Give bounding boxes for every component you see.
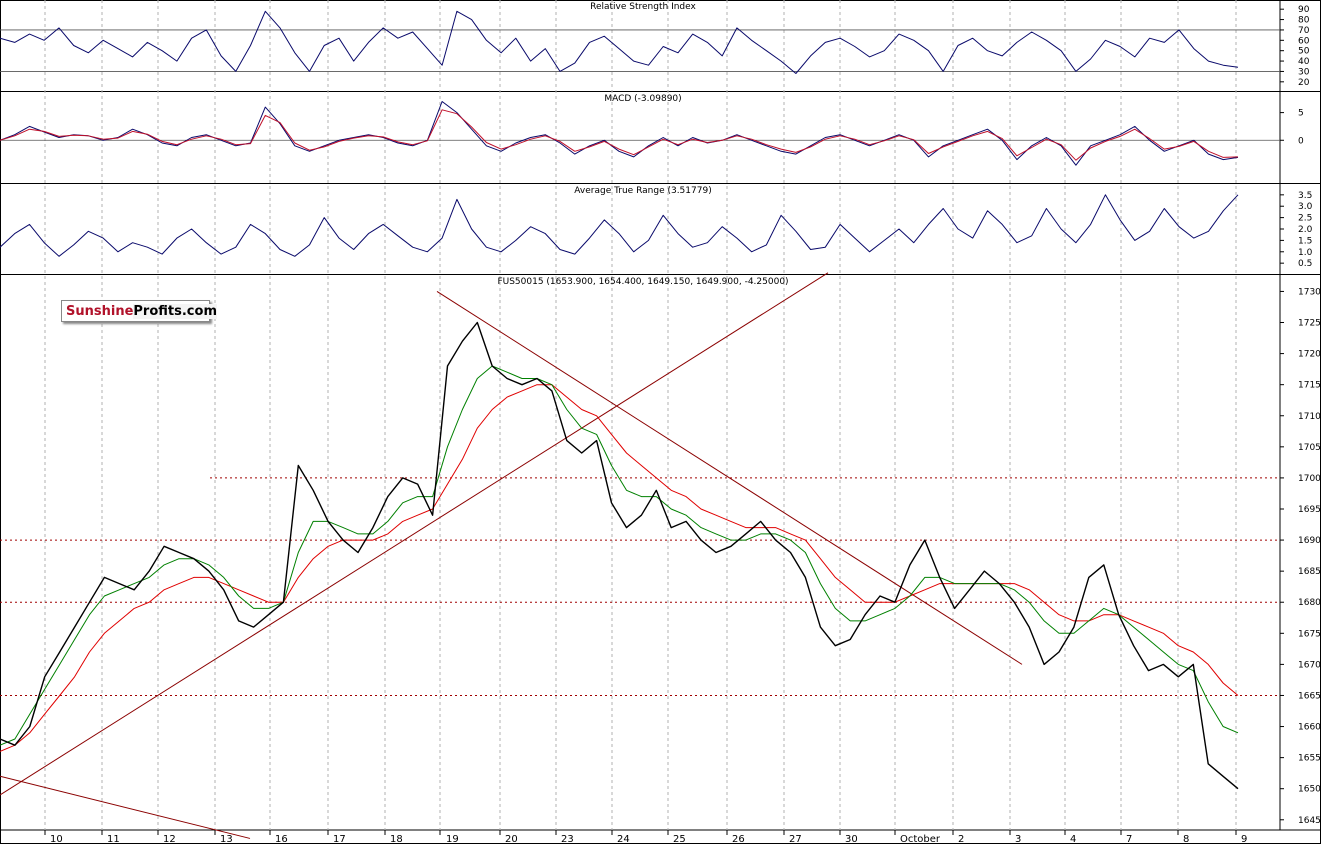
- y-tick-label: 1645: [1298, 816, 1321, 826]
- y-tick-label: 0.5: [1298, 259, 1312, 269]
- rsi-panel: Relative Strength Index: [0, 2, 1280, 74]
- y-tick-label: 1.0: [1298, 248, 1313, 258]
- y-tick-label: 1730: [1298, 287, 1321, 297]
- macd-title: MACD (-3.09890): [604, 94, 681, 104]
- y-axis: 9080706050403020503.53.02.52.01.51.00.51…: [1280, 5, 1321, 826]
- x-tick-label: 10: [50, 834, 63, 844]
- price-panel: FUS50015 (1653.900, 1654.400, 1649.150, …: [0, 272, 1280, 839]
- y-tick-label: 1670: [1298, 660, 1321, 670]
- y-tick-label: 0: [1298, 136, 1304, 146]
- y-tick-label: 3.0: [1298, 202, 1313, 212]
- y-tick-label: 1650: [1298, 785, 1321, 795]
- chart-border: [0, 0, 1321, 844]
- x-tick-label: 12: [163, 834, 176, 844]
- lower-trendline: [0, 775, 251, 839]
- y-tick-label: 1660: [1298, 723, 1321, 733]
- x-tick-label: 8: [1183, 834, 1189, 844]
- x-tick-label: 30: [845, 834, 858, 844]
- x-tick-label: 2: [958, 834, 964, 844]
- price-title: FUS50015 (1653.900, 1654.400, 1649.150, …: [497, 277, 788, 287]
- x-tick-label: 20: [505, 834, 518, 844]
- y-tick-label: 1680: [1298, 598, 1321, 608]
- atr-panel: Average True Range (3.51779): [0, 186, 1239, 257]
- logo-part-1: Sunshine: [66, 304, 134, 319]
- y-tick-label: 50: [1298, 47, 1310, 57]
- y-tick-label: 60: [1298, 36, 1310, 46]
- y-tick-label: 2.0: [1298, 225, 1313, 235]
- y-tick-label: 80: [1298, 16, 1310, 26]
- x-tick-label: October: [900, 834, 941, 844]
- atr-line: [0, 194, 1239, 257]
- rsi-title: Relative Strength Index: [590, 2, 696, 12]
- x-tick-label: 18: [390, 834, 403, 844]
- x-tick-label: 11: [107, 834, 120, 844]
- macd-panel: MACD (-3.09890): [0, 94, 1280, 166]
- x-tick-label: 24: [617, 834, 630, 844]
- y-tick-label: 2.5: [1298, 214, 1312, 224]
- stock-chart: Relative Strength Index MACD (-3.09890) …: [0, 0, 1321, 844]
- x-tick-label: 9: [1241, 834, 1247, 844]
- macd-signal-line: [0, 109, 1239, 161]
- ma-slow-line: [0, 384, 1239, 752]
- falling-trendline: [436, 291, 1023, 665]
- rsi-line: [0, 10, 1239, 74]
- atr-title: Average True Range (3.51779): [574, 186, 711, 196]
- y-tick-label: 1685: [1298, 567, 1321, 577]
- y-tick-label: 1700: [1298, 474, 1321, 484]
- macd-line: [0, 101, 1239, 166]
- rising-trendline: [0, 272, 829, 796]
- x-tick-label: 16: [275, 834, 288, 844]
- y-tick-label: 1665: [1298, 691, 1321, 701]
- x-tick-label: 26: [732, 834, 745, 844]
- y-tick-label: 1695: [1298, 505, 1321, 515]
- x-tick-label: 4: [1070, 834, 1076, 844]
- y-tick-label: 30: [1298, 67, 1310, 77]
- x-tick-label: 13: [220, 834, 233, 844]
- sunshine-profits-logo: SunshineProfits.com: [61, 300, 217, 322]
- x-tick-label: 27: [789, 834, 802, 844]
- y-tick-label: 1655: [1298, 754, 1321, 764]
- y-tick-label: 1690: [1298, 536, 1321, 546]
- price-line: [0, 321, 1239, 790]
- y-tick-label: 1705: [1298, 443, 1321, 453]
- y-tick-label: 1.5: [1298, 236, 1312, 246]
- y-tick-label: 1720: [1298, 350, 1321, 360]
- x-tick-label: 23: [561, 834, 574, 844]
- x-tick-label: 3: [1015, 834, 1021, 844]
- logo-part-2: Profits.com: [133, 304, 217, 319]
- x-tick-label: 25: [673, 834, 686, 844]
- y-tick-label: 40: [1298, 57, 1310, 67]
- y-tick-label: 90: [1298, 5, 1310, 15]
- x-tick-label: 7: [1126, 834, 1132, 844]
- grid-layer: [0, 0, 1321, 844]
- y-tick-label: 1710: [1298, 412, 1321, 422]
- y-tick-label: 3.5: [1298, 191, 1312, 201]
- x-tick-label: 17: [333, 834, 346, 844]
- y-tick-label: 1725: [1298, 319, 1321, 329]
- y-tick-label: 1675: [1298, 629, 1321, 639]
- x-tick-label: 19: [446, 834, 459, 844]
- y-tick-label: 20: [1298, 78, 1310, 88]
- y-tick-label: 1715: [1298, 381, 1321, 391]
- y-tick-label: 5: [1298, 109, 1304, 119]
- y-tick-label: 70: [1298, 26, 1310, 36]
